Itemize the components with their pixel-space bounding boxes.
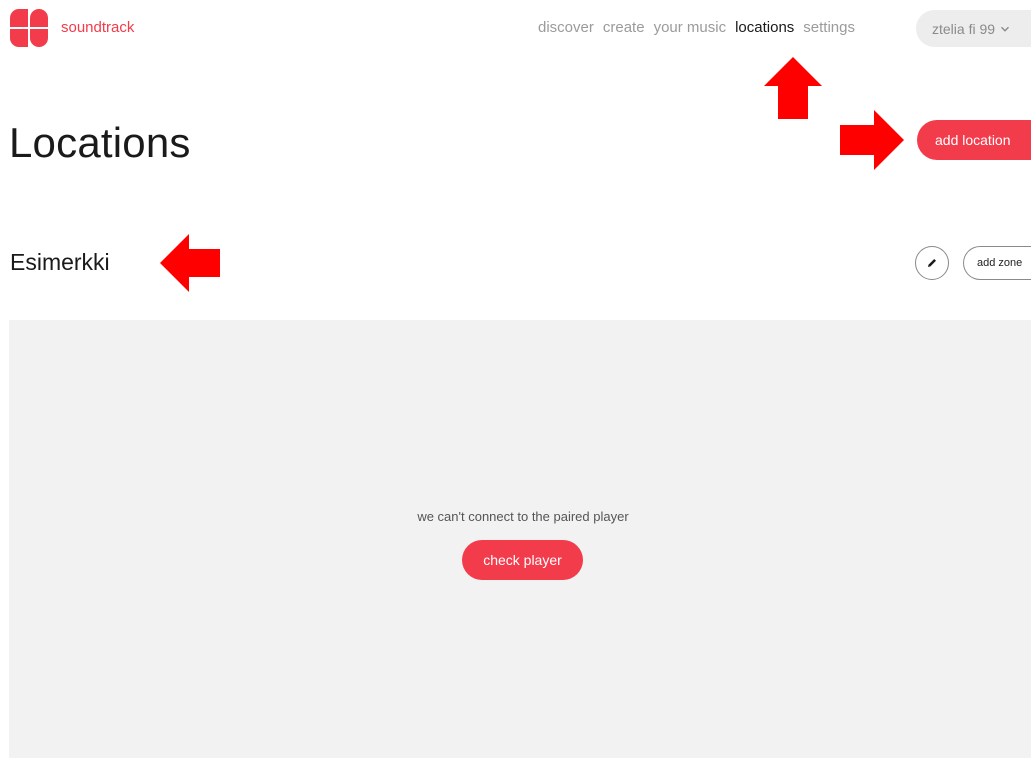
arrow-right-icon bbox=[840, 110, 904, 170]
nav-item-discover[interactable]: discover bbox=[538, 19, 594, 37]
nav-item-create[interactable]: create bbox=[603, 19, 645, 37]
check-player-button[interactable]: check player bbox=[462, 540, 583, 580]
edit-location-button[interactable] bbox=[915, 246, 949, 280]
connection-error-message: we can't connect to the paired player bbox=[417, 509, 629, 524]
pencil-icon bbox=[928, 259, 936, 267]
locations-page: soundtrack discover create your music lo… bbox=[0, 0, 1031, 758]
add-location-button[interactable]: add location bbox=[917, 120, 1031, 160]
nav-item-locations[interactable]: locations bbox=[735, 19, 794, 37]
main-nav: discover create your music locations set… bbox=[538, 19, 855, 37]
page-title: Locations bbox=[9, 119, 191, 166]
location-name: Esimerkki bbox=[10, 249, 110, 275]
account-name: ztelia fi 99 bbox=[932, 20, 996, 37]
arrow-left-icon bbox=[160, 234, 220, 292]
brand-name[interactable]: soundtrack bbox=[61, 19, 134, 37]
account-menu[interactable]: ztelia fi 99 bbox=[916, 10, 1031, 47]
chevron-down-icon bbox=[1001, 26, 1010, 32]
nav-item-settings[interactable]: settings bbox=[803, 19, 855, 37]
nav-item-your-music[interactable]: your music bbox=[654, 19, 727, 37]
arrow-up-icon bbox=[764, 57, 822, 119]
add-zone-button[interactable]: add zone bbox=[963, 246, 1031, 280]
zone-panel: we can't connect to the paired player ch… bbox=[9, 320, 1031, 758]
soundtrack-logo-icon[interactable] bbox=[10, 9, 48, 47]
